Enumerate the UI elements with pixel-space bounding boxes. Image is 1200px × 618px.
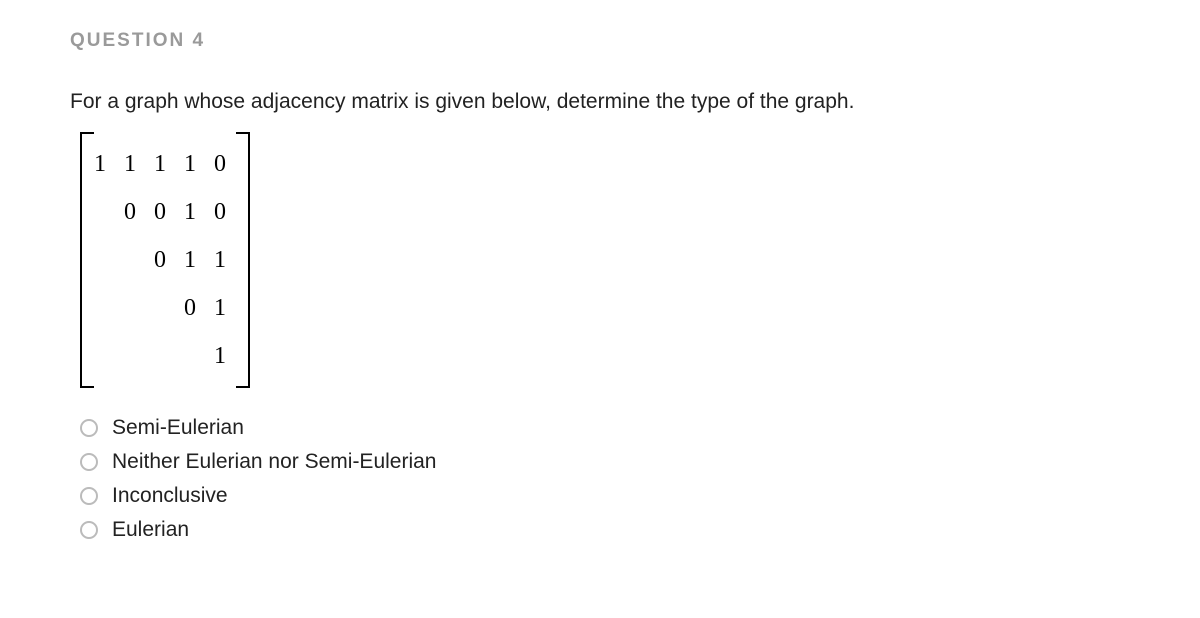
matrix-row: 1 [94, 332, 236, 380]
option-label: Neither Eulerian nor Semi-Eulerian [112, 450, 437, 474]
option-label: Eulerian [112, 518, 189, 542]
option-eulerian[interactable]: Eulerian [80, 518, 1130, 542]
radio-icon [80, 521, 98, 539]
matrix-row: 0 0 1 0 [94, 188, 236, 236]
options-group: Semi-Eulerian Neither Eulerian nor Semi-… [80, 416, 1130, 542]
question-prompt: For a graph whose adjacency matrix is gi… [70, 90, 1130, 114]
matrix-row: 0 1 1 [94, 236, 236, 284]
option-label: Inconclusive [112, 484, 228, 508]
matrix-row: 1 1 1 1 0 [94, 140, 236, 188]
radio-icon [80, 419, 98, 437]
matrix-row: 0 1 [94, 284, 236, 332]
radio-icon [80, 453, 98, 471]
option-inconclusive[interactable]: Inconclusive [80, 484, 1130, 508]
radio-icon [80, 487, 98, 505]
option-neither[interactable]: Neither Eulerian nor Semi-Eulerian [80, 450, 1130, 474]
option-semi-eulerian[interactable]: Semi-Eulerian [80, 416, 1130, 440]
question-header: QUESTION 4 [70, 30, 1130, 52]
option-label: Semi-Eulerian [112, 416, 244, 440]
adjacency-matrix: 1 1 1 1 0 0 0 1 0 0 1 1 0 1 1 [80, 132, 250, 388]
